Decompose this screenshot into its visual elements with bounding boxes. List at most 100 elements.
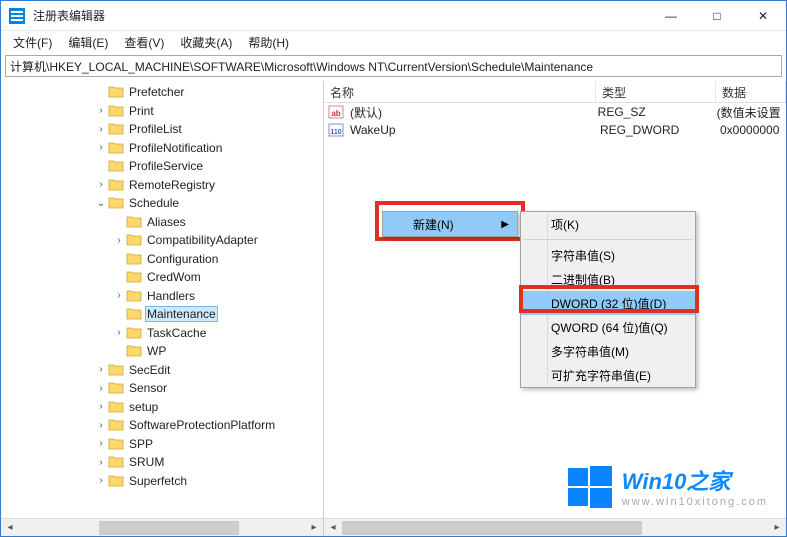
value-list[interactable]: ab(默认)REG_SZ(数值未设置110WakeUpREG_DWORD0x00… <box>324 103 786 139</box>
tree-node[interactable]: Configuration <box>1 250 323 269</box>
tree-hscrollbar[interactable]: ◂ ▸ <box>1 518 323 536</box>
tree-node[interactable]: › TaskCache <box>1 324 323 343</box>
tree-node[interactable]: › SecEdit <box>1 361 323 380</box>
chevron-right-icon[interactable]: › <box>95 401 107 412</box>
tree-node[interactable]: Prefetcher <box>1 83 323 102</box>
context-item-qword[interactable]: QWORD (64 位)值(Q) <box>521 315 695 339</box>
scroll-thumb[interactable] <box>342 521 642 535</box>
chevron-right-icon[interactable]: › <box>113 290 125 301</box>
folder-icon <box>126 326 142 340</box>
watermark-url: www.win10xitong.com <box>622 496 768 508</box>
tree-node-label: SecEdit <box>127 363 172 377</box>
chevron-right-icon[interactable]: › <box>95 438 107 449</box>
scroll-thumb[interactable] <box>99 521 239 535</box>
chevron-right-icon[interactable]: › <box>95 142 107 153</box>
chevron-right-icon[interactable]: › <box>95 179 107 190</box>
registry-tree[interactable]: Prefetcher › Print › ProfileList › ProfileNoti… <box>1 81 323 490</box>
tree-node[interactable]: Aliases <box>1 213 323 232</box>
context-item-binary[interactable]: 二进制值(B) <box>521 267 695 291</box>
tree-node[interactable]: ›Sensor <box>1 379 323 398</box>
folder-icon <box>126 307 142 321</box>
tree-node[interactable]: ⌄Schedule <box>1 194 323 213</box>
tree-node[interactable]: ›RemoteRegistry <box>1 176 323 195</box>
titlebar: 注册表编辑器 — □ ✕ <box>1 1 786 31</box>
chevron-right-icon[interactable]: › <box>95 124 107 135</box>
list-hscrollbar[interactable]: ◂ ▸ <box>324 518 786 536</box>
tree-node-label: ProfileService <box>127 159 205 173</box>
scroll-left-icon[interactable]: ◂ <box>324 519 342 537</box>
separator <box>523 239 693 240</box>
chevron-right-icon[interactable]: › <box>113 327 125 338</box>
tree-node-label: ProfileList <box>127 122 184 136</box>
tree-node[interactable]: ProfileService <box>1 157 323 176</box>
close-button[interactable]: ✕ <box>740 1 786 31</box>
menu-favorites[interactable]: 收藏夹(A) <box>172 32 240 53</box>
chevron-right-icon[interactable]: › <box>95 475 107 486</box>
tree-node[interactable]: › ProfileNotification <box>1 139 323 158</box>
menu-edit[interactable]: 编辑(E) <box>60 32 116 53</box>
folder-icon <box>126 289 142 303</box>
context-item-new[interactable]: 新建(N) ▶ <box>383 212 517 236</box>
col-data[interactable]: 数据 <box>716 81 786 102</box>
minimize-button[interactable]: — <box>648 1 694 31</box>
value-row[interactable]: 110WakeUpREG_DWORD0x0000000 <box>324 121 786 139</box>
list-header: 名称 类型 数据 <box>324 81 786 103</box>
menu-view[interactable]: 查看(V) <box>116 32 172 53</box>
chevron-right-icon[interactable]: › <box>95 105 107 116</box>
folder-icon <box>108 178 124 192</box>
string-value-icon: ab <box>328 104 344 120</box>
scroll-right-icon[interactable]: ▸ <box>305 519 323 537</box>
context-item-string[interactable]: 字符串值(S) <box>521 243 695 267</box>
tree-node[interactable]: ›CompatibilityAdapter <box>1 231 323 250</box>
chevron-right-icon[interactable]: › <box>95 364 107 375</box>
address-bar[interactable]: 计算机\HKEY_LOCAL_MACHINE\SOFTWARE\Microsof… <box>5 55 782 77</box>
scroll-right-icon[interactable]: ▸ <box>768 519 786 537</box>
scroll-left-icon[interactable]: ◂ <box>1 519 19 537</box>
tree-node[interactable]: ›SoftwareProtectionPlatform <box>1 416 323 435</box>
col-type[interactable]: 类型 <box>596 81 716 102</box>
tree-node[interactable]: › Print <box>1 102 323 121</box>
chevron-right-icon[interactable]: › <box>95 457 107 468</box>
value-name: (默认) <box>344 104 592 121</box>
tree-node[interactable]: Maintenance <box>1 305 323 324</box>
maximize-button[interactable]: □ <box>694 1 740 31</box>
tree-node[interactable]: › ProfileList <box>1 120 323 139</box>
svg-text:110: 110 <box>330 129 341 136</box>
chevron-right-icon[interactable]: › <box>113 235 125 246</box>
folder-icon <box>108 418 124 432</box>
tree-node-label: TaskCache <box>145 326 208 340</box>
tree-node-label: Print <box>127 104 156 118</box>
tree-node[interactable]: WP <box>1 342 323 361</box>
context-item-dword[interactable]: DWORD (32 位)值(D) <box>521 291 695 315</box>
chevron-right-icon[interactable]: › <box>95 383 107 394</box>
folder-icon <box>126 344 142 358</box>
col-name[interactable]: 名称 <box>324 81 596 102</box>
tree-node-label: setup <box>127 400 160 414</box>
context-item-expandsz[interactable]: 可扩充字符串值(E) <box>521 363 695 387</box>
value-name: WakeUp <box>344 123 594 137</box>
tree-node[interactable]: › setup <box>1 398 323 417</box>
context-item-string-label: 字符串值(S) <box>551 247 615 264</box>
tree-node[interactable]: › SRUM <box>1 453 323 472</box>
tree-node[interactable]: ›Superfetch <box>1 472 323 491</box>
folder-icon <box>108 122 124 136</box>
tree-node-label: ProfileNotification <box>127 141 224 155</box>
context-item-multisz-label: 多字符串值(M) <box>551 343 629 360</box>
menu-help[interactable]: 帮助(H) <box>240 32 297 53</box>
tree-node[interactable]: CredWom <box>1 268 323 287</box>
tree-pane: Prefetcher › Print › ProfileList › ProfileNoti… <box>1 81 324 536</box>
value-row[interactable]: ab(默认)REG_SZ(数值未设置 <box>324 103 786 121</box>
menu-file[interactable]: 文件(F) <box>5 32 60 53</box>
context-item-multisz[interactable]: 多字符串值(M) <box>521 339 695 363</box>
tree-node-label: SRUM <box>127 455 166 469</box>
tree-node-label: SPP <box>127 437 155 451</box>
chevron-down-icon[interactable]: ⌄ <box>95 198 107 209</box>
tree-node-label: Handlers <box>145 289 197 303</box>
folder-icon <box>108 85 124 99</box>
folder-icon <box>108 159 124 173</box>
tree-node[interactable]: › SPP <box>1 435 323 454</box>
app-icon <box>9 8 25 24</box>
tree-node[interactable]: › Handlers <box>1 287 323 306</box>
chevron-right-icon[interactable]: › <box>95 420 107 431</box>
context-item-key[interactable]: 项(K) <box>521 212 695 236</box>
